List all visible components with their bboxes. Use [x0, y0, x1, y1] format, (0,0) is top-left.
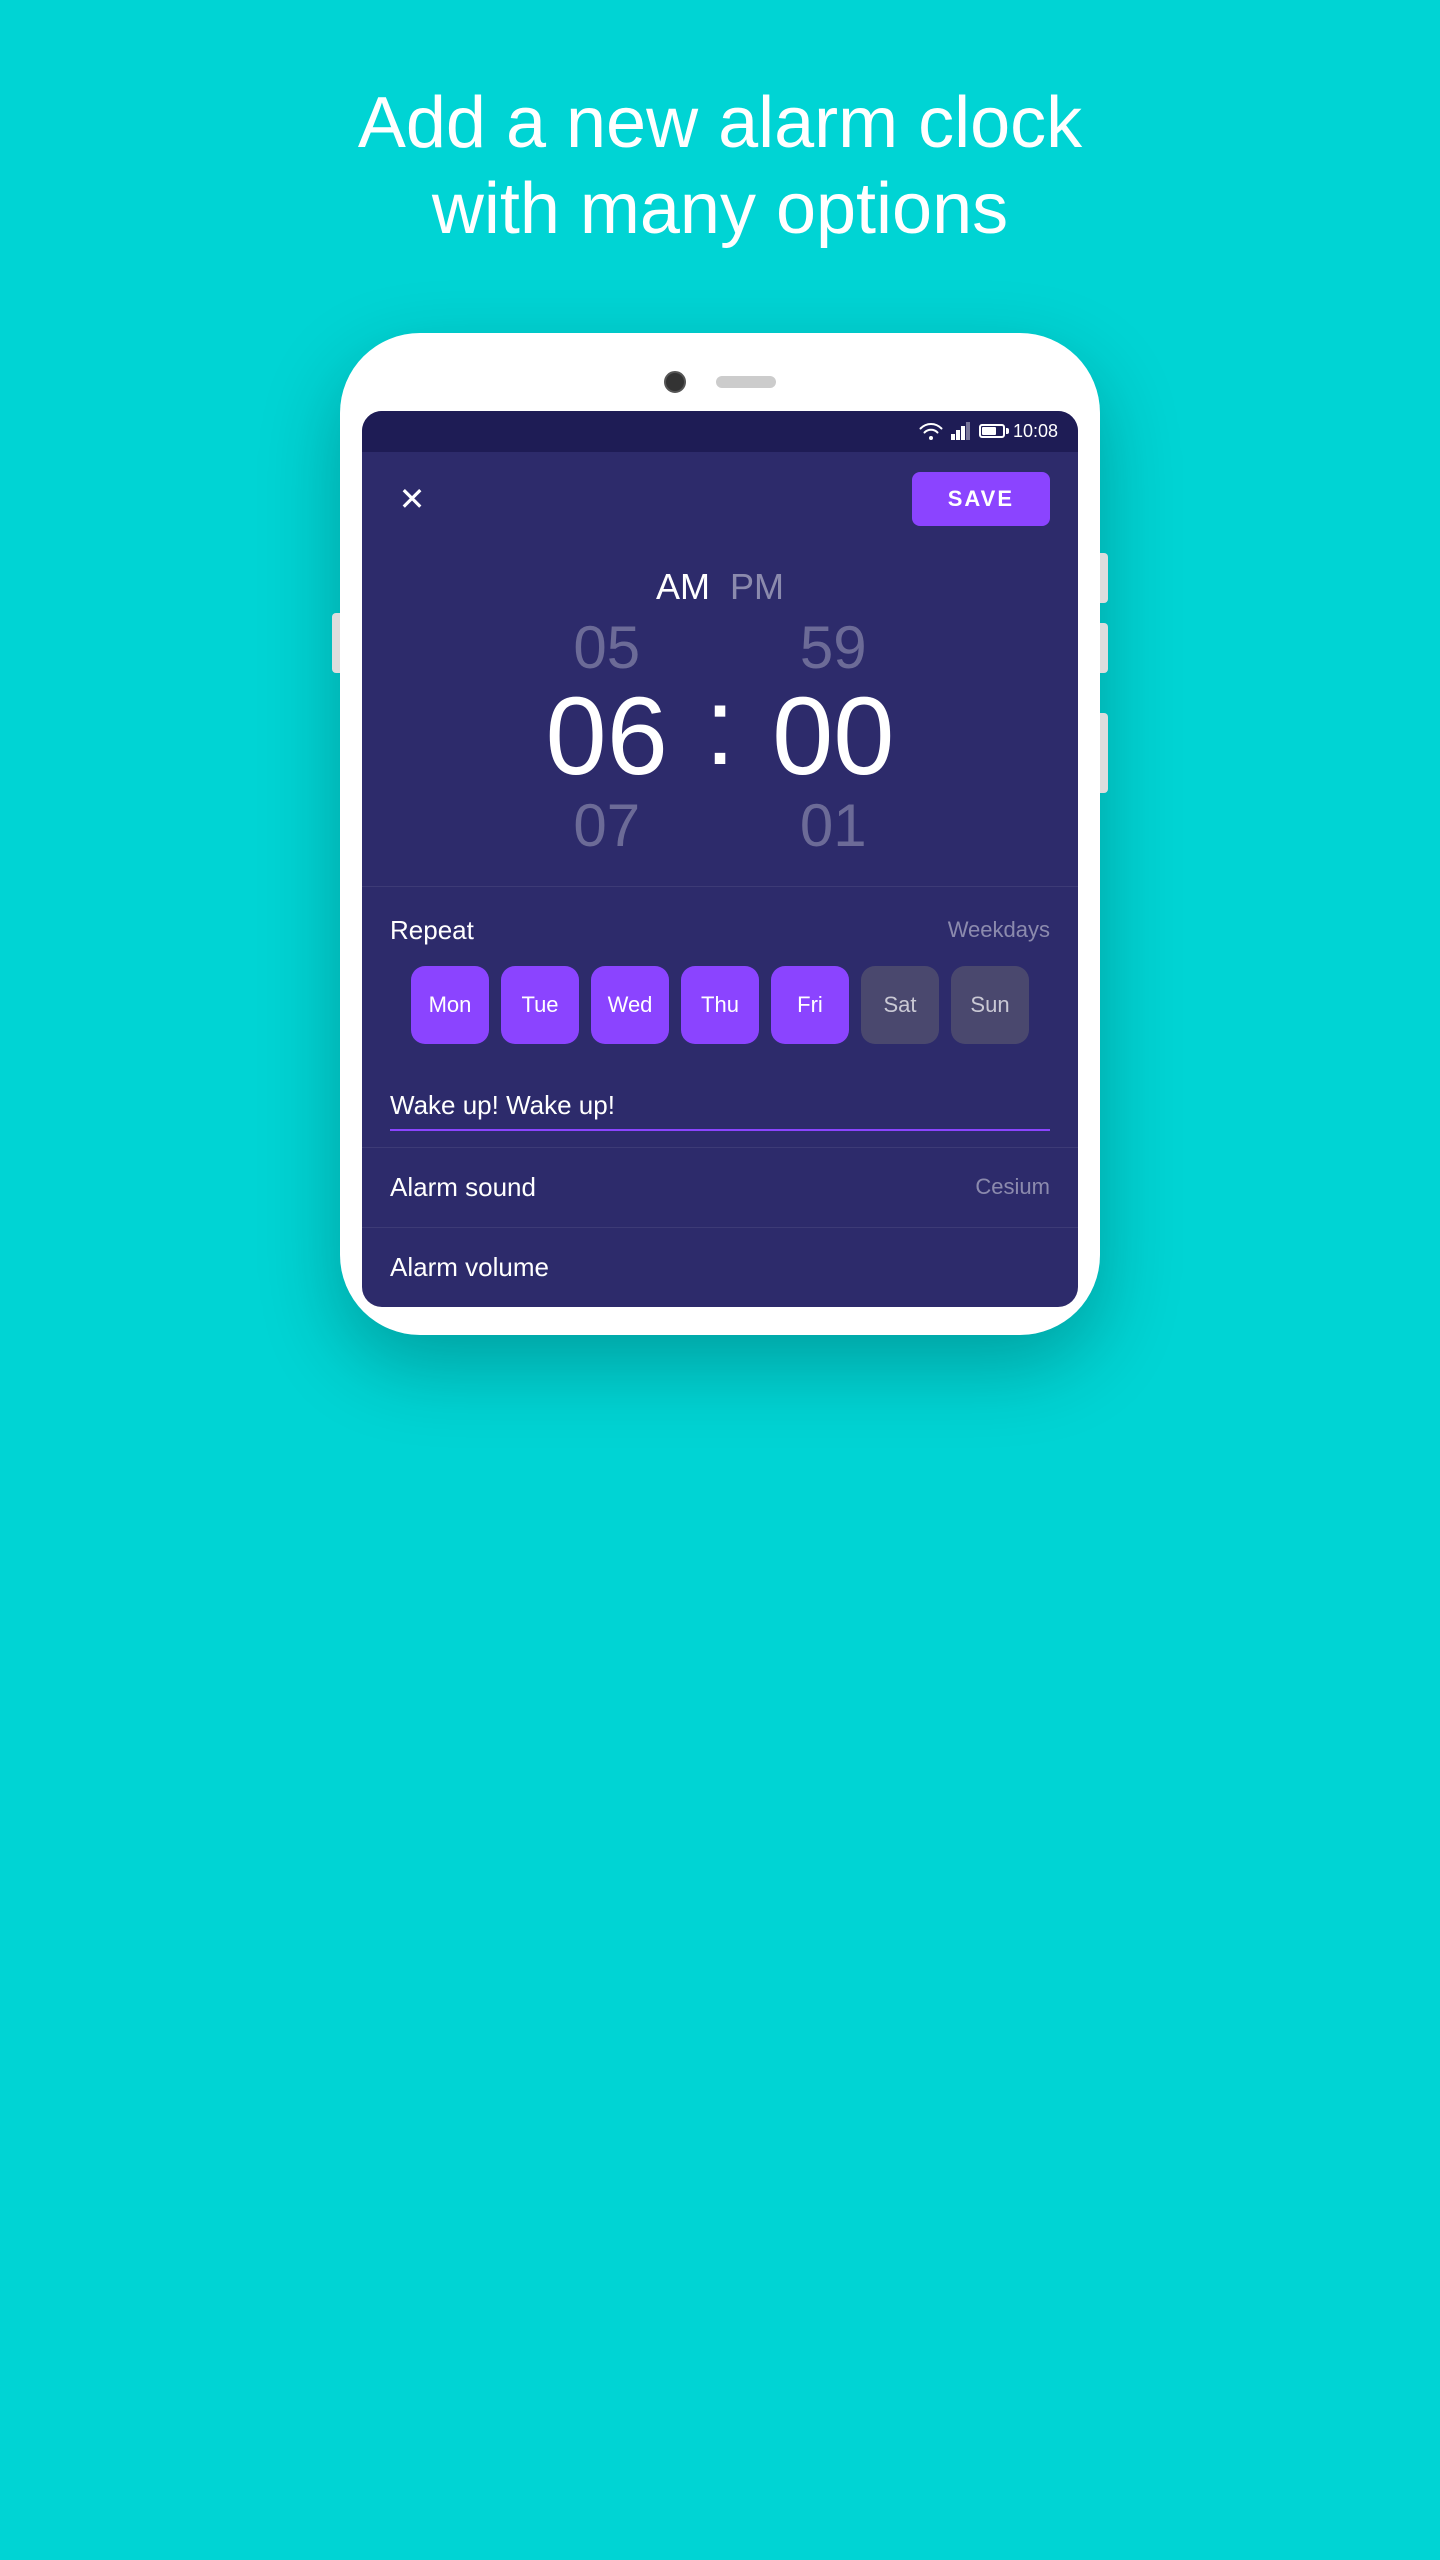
time-section: AM PM 05 06 07 : 59 00 01 [362, 546, 1078, 866]
repeat-value: Weekdays [948, 917, 1050, 943]
day-btn-mon[interactable]: Mon [411, 966, 489, 1044]
day-btn-fri[interactable]: Fri [771, 966, 849, 1044]
days-row: MonTueWedThuFriSatSun [390, 966, 1050, 1044]
front-camera [664, 371, 686, 393]
minute-prev: 59 [800, 618, 867, 678]
headline: Add a new alarm clock with many options [238, 0, 1202, 313]
earpiece [716, 376, 776, 388]
pm-label[interactable]: PM [730, 566, 784, 608]
repeat-header: Repeat Weekdays [390, 915, 1050, 946]
headline-line2: with many options [432, 169, 1008, 249]
power-button[interactable] [1100, 713, 1108, 793]
status-bar: 10:08 [362, 411, 1078, 452]
hour-current: 06 [546, 682, 668, 792]
day-btn-sat[interactable]: Sat [861, 966, 939, 1044]
hour-prev: 05 [573, 618, 640, 678]
volume-up-button[interactable] [1100, 553, 1108, 603]
alarm-sound-value: Cesium [975, 1174, 1050, 1200]
save-button[interactable]: SAVE [912, 472, 1050, 526]
app-header: ✕ SAVE [362, 452, 1078, 546]
alarm-sound-label: Alarm sound [390, 1172, 536, 1203]
repeat-section: Repeat Weekdays MonTueWedThuFriSatSun [362, 886, 1078, 1058]
status-time: 10:08 [1013, 421, 1058, 442]
day-btn-wed[interactable]: Wed [591, 966, 669, 1044]
wifi-icon [919, 422, 943, 440]
alarm-volume-row[interactable]: Alarm volume [362, 1227, 1078, 1307]
minute-current: 00 [772, 682, 894, 792]
phone-top [362, 361, 1078, 411]
alarm-sound-row[interactable]: Alarm sound Cesium [362, 1147, 1078, 1227]
phone-screen: 10:08 ✕ SAVE AM PM 05 06 07 [362, 411, 1078, 1307]
minute-column[interactable]: 59 00 01 [743, 618, 923, 856]
status-icons: 10:08 [919, 421, 1058, 442]
am-label[interactable]: AM [656, 566, 710, 608]
phone-mockup: 10:08 ✕ SAVE AM PM 05 06 07 [340, 333, 1100, 1335]
hour-column[interactable]: 05 06 07 [517, 618, 697, 856]
time-picker: 05 06 07 : 59 00 01 [517, 618, 924, 856]
signal-icon [951, 422, 971, 440]
time-colon: : [705, 672, 736, 802]
alarm-name-section [362, 1058, 1078, 1147]
alarm-name-input[interactable] [390, 1082, 1050, 1131]
hour-next: 07 [573, 796, 640, 856]
headline-line1: Add a new alarm clock [358, 83, 1082, 163]
volume-down-button[interactable] [1100, 623, 1108, 673]
left-button [332, 613, 340, 673]
alarm-volume-label: Alarm volume [390, 1252, 549, 1283]
day-btn-sun[interactable]: Sun [951, 966, 1029, 1044]
am-pm-row: AM PM [656, 566, 784, 608]
day-btn-thu[interactable]: Thu [681, 966, 759, 1044]
minute-next: 01 [800, 796, 867, 856]
close-button[interactable]: ✕ [390, 477, 434, 521]
day-btn-tue[interactable]: Tue [501, 966, 579, 1044]
repeat-label: Repeat [390, 915, 474, 946]
battery-icon [979, 424, 1005, 438]
